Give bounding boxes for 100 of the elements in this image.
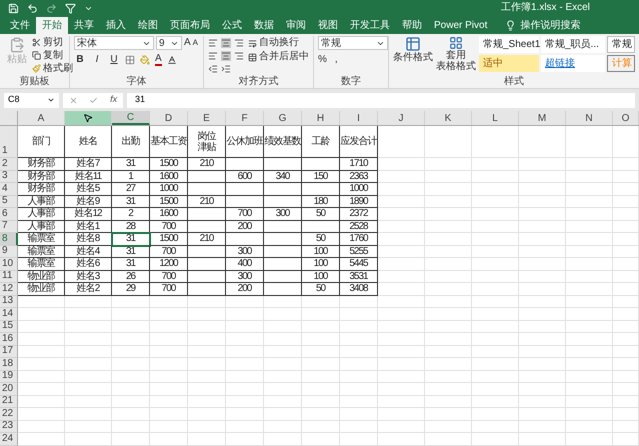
row-header[interactable]: 13 [0,296,18,308]
ribbon-tab[interactable]: 文件 [4,17,36,34]
row-header[interactable]: 22 [0,408,18,420]
table-cell: 姓名1 [65,220,112,233]
wrap-text-button[interactable]: 自动换行 [248,36,309,50]
italic-button[interactable]: I [91,53,103,66]
filter-icon[interactable] [65,2,76,14]
formula-input[interactable]: 31 [127,92,635,108]
row-header[interactable]: 24 [0,433,18,446]
column-header[interactable]: E [188,111,226,125]
copy-icon [32,51,41,60]
column-header[interactable]: L [472,111,519,125]
cell-style-option[interactable]: 常规 [607,36,635,53]
ribbon-tab[interactable]: 页面布局 [164,17,216,34]
table-cell: 300 [226,270,264,283]
column-header[interactable]: F [226,111,264,125]
row-header[interactable]: 1 [0,126,18,158]
increase-indent-icon[interactable] [221,64,232,74]
row-header[interactable]: 15 [0,320,18,333]
name-box[interactable]: C8 [4,92,59,108]
font-color-button[interactable]: A [155,53,162,66]
cell-style-option[interactable]: 常规_Sheet1 [479,36,539,53]
insert-function-button[interactable]: fx [110,93,118,107]
row-header[interactable]: 7 [0,220,18,233]
row-header[interactable]: 6 [0,208,18,220]
table-cell: 340 [264,170,302,183]
save-icon[interactable] [8,2,19,14]
decrease-indent-icon[interactable] [208,64,218,74]
phonetic-icon[interactable] [166,54,177,64]
column-header[interactable] [65,111,112,125]
comma-button[interactable]: , [334,53,338,66]
row-header[interactable]: 12 [0,283,18,296]
conditional-format-button[interactable]: 条件格式 [393,36,433,72]
align-right-icon[interactable] [234,51,244,61]
row-header[interactable]: 9 [0,246,18,258]
column-header[interactable]: G [264,111,302,125]
ribbon-tab[interactable]: Power Pivot [428,17,494,34]
table-cell: 物业部 [18,270,65,283]
row-header[interactable]: 16 [0,333,18,346]
cancel-icon[interactable] [68,96,78,104]
borders-icon[interactable] [125,54,135,64]
column-header[interactable]: D [150,111,188,125]
ribbon-tab[interactable]: 审阅 [280,17,312,34]
ribbon-tab[interactable]: 开发工具 [344,17,396,34]
row-header[interactable]: 18 [0,358,18,370]
row-header[interactable]: 14 [0,308,18,320]
ribbon-tab[interactable]: 公式 [216,17,248,34]
row-header[interactable]: 21 [0,396,18,408]
row-header[interactable]: 10 [0,258,18,270]
tell-me-search[interactable]: 操作说明搜索 [520,18,580,33]
cell-style-option[interactable]: 适中 [479,55,539,72]
row-header[interactable]: 4 [0,183,18,196]
ribbon-tab[interactable]: 插入 [100,17,132,34]
align-bottom-icon[interactable] [234,38,244,48]
row-header[interactable]: 2 [0,158,18,170]
row-header[interactable]: 8 [0,233,18,246]
ribbon-tab[interactable]: 数据 [248,17,280,34]
align-top-icon[interactable] [208,38,218,48]
table-cell: 1000 [150,183,188,196]
align-left-icon[interactable] [208,51,218,61]
ribbon-tab[interactable]: 开始 [36,17,68,34]
row-header[interactable]: 3 [0,170,18,183]
ribbon-tab[interactable]: 视图 [312,17,344,34]
row-header[interactable]: 17 [0,346,18,358]
column-header[interactable]: C [112,111,150,125]
row-header[interactable]: 5 [0,196,18,208]
active-cell[interactable]: 31 [112,233,150,246]
ribbon-tab[interactable]: 共享 [68,17,100,34]
number-format-dropdown[interactable]: 常规 [318,36,388,50]
decrease-font-button[interactable]: A [192,37,198,49]
row-header[interactable]: 23 [0,420,18,433]
align-center-icon[interactable] [221,51,232,61]
table-format-button[interactable]: 套用 表格格式 [436,36,476,72]
ribbon-tab[interactable]: 帮助 [396,17,428,34]
column-header[interactable]: K [425,111,472,125]
column-header[interactable]: M [519,111,566,125]
align-middle-icon[interactable] [221,38,232,48]
font-size-dropdown[interactable]: 9 [156,36,182,50]
row-header[interactable]: 11 [0,270,18,283]
row-header[interactable]: 20 [0,383,18,396]
merge-center-button[interactable]: 合并后居中 [248,50,309,64]
format-painter-button[interactable]: 格式刷 [32,62,73,75]
cell-style-option[interactable]: 超链接 [541,55,605,72]
ribbon-tab[interactable]: 绘图 [132,17,164,34]
column-header[interactable]: J [378,111,425,125]
fill-color-icon[interactable] [140,54,150,64]
column-header[interactable]: I [340,111,378,125]
cut-button[interactable]: 剪切 [32,36,73,49]
bold-button[interactable]: B [74,53,86,66]
column-header[interactable]: O [613,111,639,125]
underline-button[interactable]: U [108,53,120,66]
cell-style-option[interactable]: 常规_职员... [541,36,605,53]
row-header[interactable]: 19 [0,370,18,383]
font-name-dropdown[interactable]: 宋体 [74,36,154,50]
percent-button[interactable]: % [318,53,327,66]
increase-font-button[interactable]: A [184,37,191,49]
column-header[interactable]: N [566,111,613,125]
undo-icon[interactable] [27,2,38,14]
column-header[interactable]: H [302,111,340,125]
copy-button[interactable]: 复制 [32,49,73,62]
